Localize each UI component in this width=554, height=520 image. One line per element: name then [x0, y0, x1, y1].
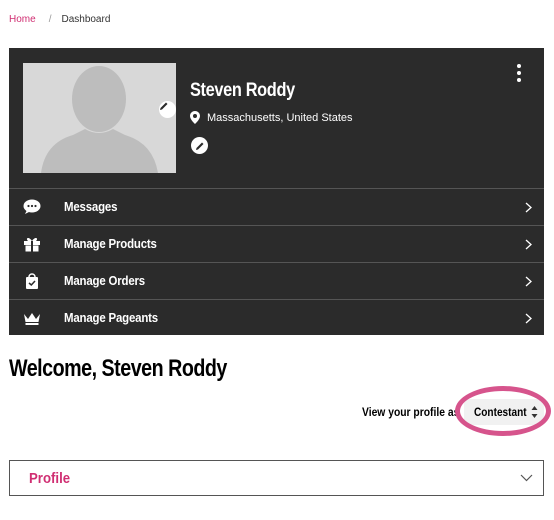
- chevron-right-icon: [525, 239, 532, 250]
- breadcrumb-current: Dashboard: [61, 14, 111, 25]
- welcome-heading: Welcome, Steven Roddy: [9, 355, 227, 382]
- menu-item-manage-orders[interactable]: Manage Orders: [9, 262, 544, 299]
- edit-profile-button[interactable]: [191, 137, 208, 154]
- menu-item-label: Manage Pageants: [64, 310, 159, 325]
- view-as-selected-value: Contestant: [474, 405, 527, 419]
- avatar-placeholder-icon: [41, 66, 158, 173]
- menu-item-manage-pageants[interactable]: Manage Pageants: [9, 299, 544, 336]
- chevron-right-icon: [525, 276, 532, 287]
- chat-bubble-icon: [23, 199, 41, 215]
- menu-item-label: Manage Orders: [64, 273, 146, 288]
- breadcrumb: Home / Dashboard: [9, 14, 110, 25]
- chevron-down-icon: [520, 474, 533, 482]
- shopping-bag-icon: [23, 273, 41, 289]
- dashboard-menu: Messages Manage Products Manage Orders M…: [9, 188, 544, 336]
- profile-card: Steven Roddy Massachusetts, United State…: [9, 48, 544, 335]
- menu-item-label: Manage Products: [64, 236, 157, 251]
- crown-icon: [23, 310, 41, 326]
- avatar: [23, 63, 176, 173]
- menu-item-messages[interactable]: Messages: [9, 188, 544, 225]
- breadcrumb-separator: /: [48, 14, 52, 25]
- pencil-icon: [160, 102, 168, 110]
- profile-accordion[interactable]: Profile: [9, 460, 544, 496]
- more-options-icon[interactable]: [516, 64, 522, 82]
- chevron-right-icon: [525, 202, 532, 213]
- view-as-label: View your profile as: [362, 405, 460, 419]
- accordion-label: Profile: [29, 470, 71, 487]
- edit-photo-button[interactable]: [159, 101, 176, 118]
- breadcrumb-home-link[interactable]: Home: [9, 14, 36, 25]
- chevron-right-icon: [525, 313, 532, 324]
- view-as-select[interactable]: Contestant: [464, 399, 544, 425]
- select-arrows-icon: [531, 406, 538, 418]
- menu-item-manage-products[interactable]: Manage Products: [9, 225, 544, 262]
- profile-name: Steven Roddy: [190, 80, 295, 101]
- location-text: Massachusetts, United States: [207, 111, 353, 124]
- map-pin-icon: [190, 111, 200, 124]
- gift-box-icon: [23, 236, 41, 252]
- profile-location: Massachusetts, United States: [190, 111, 353, 124]
- pencil-icon: [195, 142, 203, 150]
- menu-item-label: Messages: [64, 199, 118, 214]
